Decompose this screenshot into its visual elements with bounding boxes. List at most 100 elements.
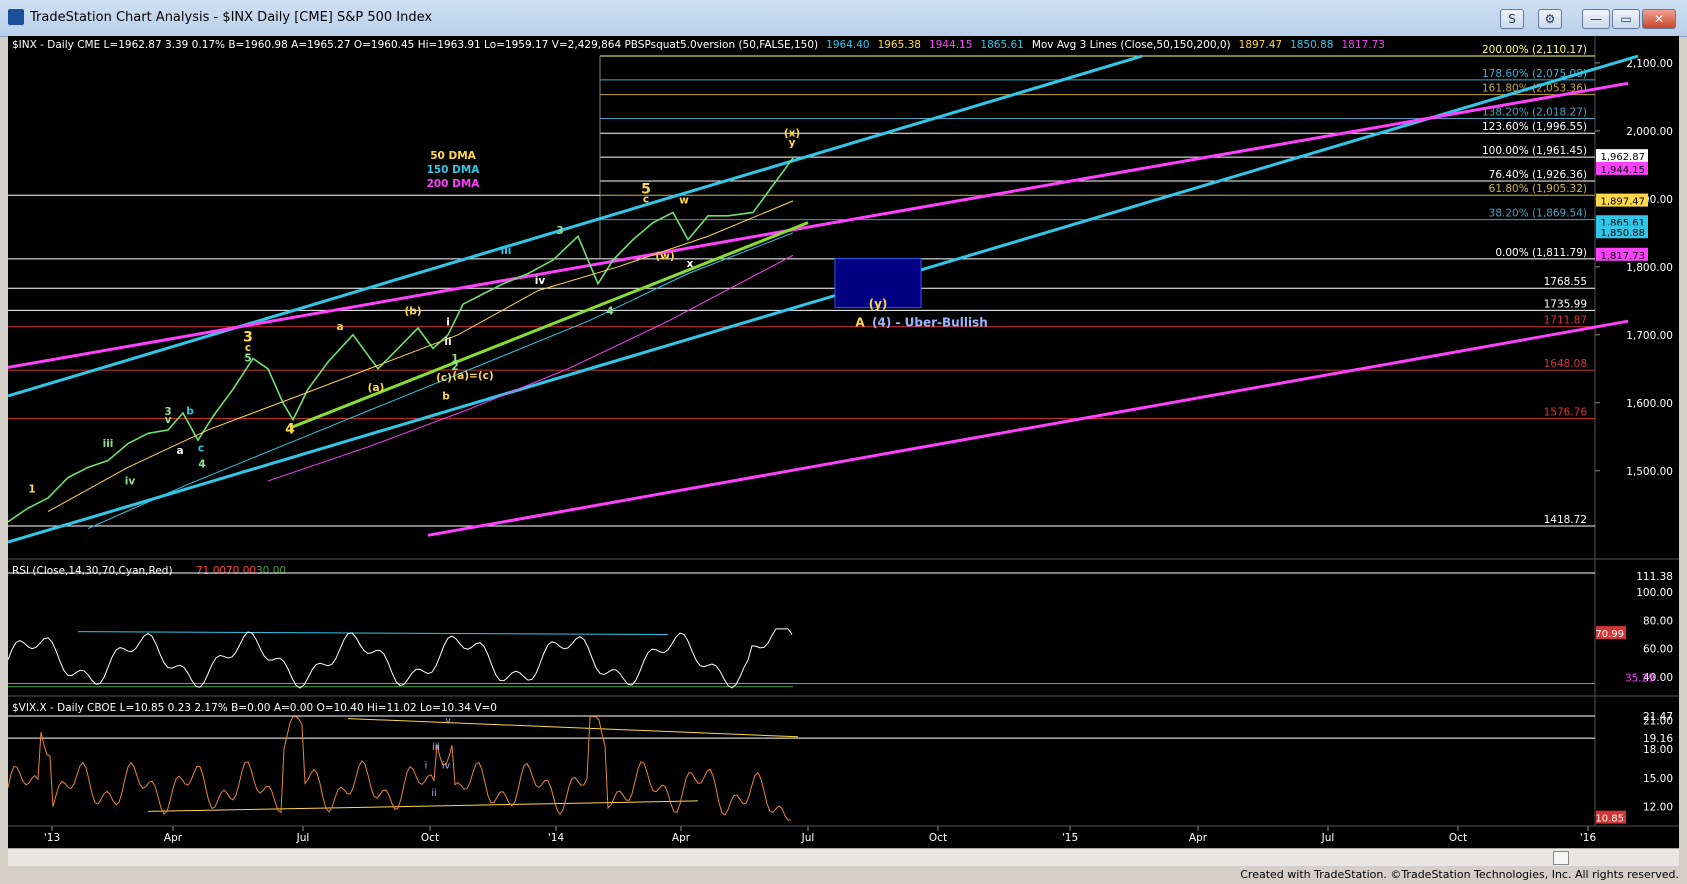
vix-tick-label: 21.00 bbox=[1643, 715, 1673, 727]
wave-label: y bbox=[789, 137, 796, 149]
fib-label: 0.00% (1,811.79) bbox=[1495, 247, 1587, 259]
chart-canvas[interactable]: $INX - Daily CME L=1962.87 3.39 0.17% B=… bbox=[8, 36, 1679, 848]
horizontal-scrollbar[interactable] bbox=[8, 848, 1679, 866]
support-label: 1648.08 bbox=[1544, 358, 1587, 370]
time-tick-label: Jul bbox=[1321, 832, 1335, 844]
app-icon bbox=[8, 9, 24, 25]
price-header-item: 1964.40 bbox=[826, 39, 869, 51]
chart-background bbox=[8, 36, 1679, 848]
support-label: 1576.76 bbox=[1544, 407, 1588, 419]
wave-label: iv bbox=[125, 475, 136, 487]
wave-label: 2 bbox=[451, 361, 458, 373]
price-badge-label: 1,897.47 bbox=[1600, 197, 1645, 208]
wave-label: 4 bbox=[285, 421, 295, 437]
title-bar: TradeStation Chart Analysis - $INX Daily… bbox=[0, 0, 1687, 37]
wave-label: (a) bbox=[368, 382, 385, 394]
vix-wave-label: iv bbox=[442, 760, 451, 771]
rsi-header-v2: 70.00 bbox=[226, 565, 256, 577]
price-tick-label: 2,000.00 bbox=[1626, 126, 1673, 138]
wave-label: x bbox=[687, 258, 694, 270]
price-badge-label: 1,817.73 bbox=[1600, 251, 1645, 262]
rsi-tick-label: 60.00 bbox=[1643, 644, 1673, 656]
time-tick-label: Apr bbox=[1189, 832, 1208, 844]
wave-label: 3 bbox=[556, 225, 563, 237]
style-button[interactable]: S bbox=[1500, 9, 1524, 29]
time-tick-label: '15 bbox=[1062, 832, 1078, 844]
rsi-level-label: 35.29 bbox=[1625, 673, 1655, 685]
wave-label: (w) bbox=[655, 250, 674, 262]
restore-button[interactable]: ▭ bbox=[1612, 9, 1640, 29]
time-tick-label: Apr bbox=[672, 832, 691, 844]
vix-badge-label: 10.85 bbox=[1595, 814, 1624, 825]
time-tick-label: Jul bbox=[296, 832, 310, 844]
price-badge-label: 1,962.87 bbox=[1600, 152, 1645, 163]
fib-label: 123.60% (1,996.55) bbox=[1482, 121, 1587, 133]
wave-label: iii bbox=[501, 245, 512, 257]
time-tick-label: Apr bbox=[164, 832, 183, 844]
price-header-item: 1865.61 bbox=[980, 39, 1023, 51]
wave-label: c bbox=[643, 193, 649, 205]
wave-label: (b) bbox=[404, 305, 421, 317]
target-caption: (4) - Uber-Bullish bbox=[872, 316, 988, 330]
price-header-item: 1817.73 bbox=[1341, 39, 1384, 51]
wave-label: (c) bbox=[436, 372, 452, 384]
minimize-button[interactable]: — bbox=[1582, 9, 1610, 29]
support-label: 1418.72 bbox=[1544, 514, 1587, 526]
window-title: TradeStation Chart Analysis - $INX Daily… bbox=[30, 10, 433, 25]
settings-button[interactable]: ⚙ bbox=[1538, 9, 1562, 29]
time-tick-label: Oct bbox=[1449, 832, 1467, 844]
fib-label: 138.20% (2,018.27) bbox=[1482, 106, 1587, 118]
price-header-item: $INX - Daily CME L=1962.87 3.39 0.17% B=… bbox=[12, 39, 818, 51]
price-tick-label: 1,800.00 bbox=[1626, 262, 1673, 274]
time-tick-label: '16 bbox=[1580, 832, 1597, 844]
price-header-item: Mov Avg 3 Lines (Close,50,150,200,0) bbox=[1032, 39, 1231, 51]
rsi-tick-label: 100.00 bbox=[1636, 587, 1673, 599]
price-header-item: 1965.38 bbox=[878, 39, 921, 51]
support-label: 1711.87 bbox=[1544, 315, 1587, 327]
fib-label: 76.40% (1,926.36) bbox=[1489, 169, 1587, 181]
time-tick-label: Oct bbox=[421, 832, 439, 844]
wave-label: w bbox=[679, 195, 689, 207]
wave-label: iv bbox=[535, 275, 546, 287]
wave-label: a bbox=[336, 321, 343, 333]
wave-label: ii bbox=[444, 336, 451, 348]
target-box-label: (y) bbox=[869, 297, 888, 311]
scrollbar-thumb[interactable] bbox=[1553, 851, 1569, 865]
support-label: 1768.55 bbox=[1544, 276, 1587, 288]
wave-label: v bbox=[165, 414, 172, 426]
fib-label: 200.00% (2,110.17) bbox=[1482, 44, 1587, 56]
wave-label: i bbox=[446, 316, 450, 328]
close-button[interactable]: ✕ bbox=[1642, 9, 1676, 29]
vix-wave-label: iii bbox=[432, 742, 440, 753]
time-tick-label: '14 bbox=[548, 832, 565, 844]
wave-label: 4 bbox=[606, 305, 613, 317]
chart-frame[interactable]: $INX - Daily CME L=1962.87 3.39 0.17% B=… bbox=[8, 36, 1679, 848]
price-badge-label: 1,944.15 bbox=[1600, 165, 1645, 176]
vix-tick-label: 18.00 bbox=[1643, 744, 1673, 756]
fib-label: 38.20% (1,869.54) bbox=[1489, 208, 1587, 220]
ma-legend-item: 200 DMA bbox=[427, 178, 481, 190]
fib-label: 178.60% (2,075.08) bbox=[1482, 68, 1587, 80]
vix-header: $VIX.X - Daily CBOE L=10.85 0.23 2.17% B… bbox=[12, 702, 497, 714]
vix-tick-label: 15.00 bbox=[1643, 773, 1673, 785]
price-tick-label: 1,700.00 bbox=[1626, 330, 1673, 342]
time-tick-label: Jul bbox=[801, 832, 815, 844]
support-label: 1735.99 bbox=[1544, 298, 1587, 310]
wave-label: 4 bbox=[198, 458, 205, 470]
wave-label: 5 bbox=[244, 352, 251, 364]
vix-wave-label: i bbox=[425, 760, 428, 771]
rsi-badge-label: 70.99 bbox=[1595, 629, 1624, 640]
wave-label: b bbox=[442, 390, 450, 402]
ma-legend-item: 150 DMA bbox=[427, 164, 481, 176]
wave-label: b bbox=[186, 405, 194, 417]
time-tick-label: Oct bbox=[929, 832, 947, 844]
wave-label: a bbox=[176, 445, 183, 457]
vix-tick-label: 12.00 bbox=[1643, 802, 1673, 814]
rsi-tick-label: 111.38 bbox=[1636, 571, 1673, 583]
ma-legend-item: 50 DMA bbox=[430, 150, 476, 162]
vix-wave-label: v bbox=[445, 715, 451, 726]
rsi-tick-label: 80.00 bbox=[1643, 615, 1673, 627]
rsi-header-v1: 71.00 bbox=[196, 565, 226, 577]
price-badge-label: 1,850.88 bbox=[1600, 228, 1645, 239]
footer-credit: Created with TradeStation. ©TradeStation… bbox=[1240, 868, 1679, 881]
